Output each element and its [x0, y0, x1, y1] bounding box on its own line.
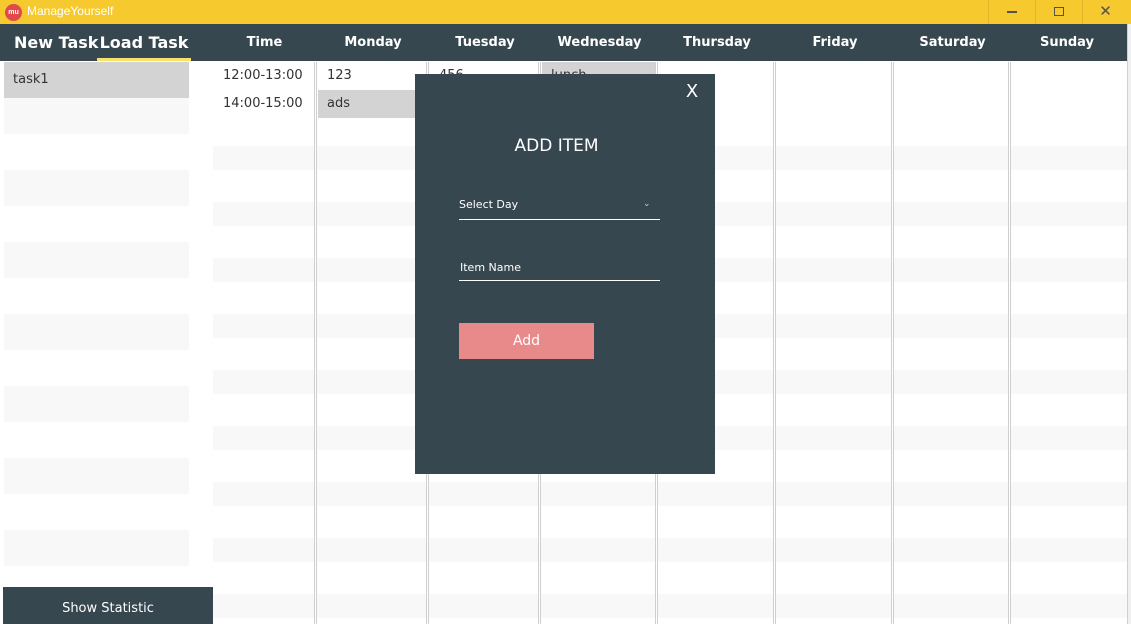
- maximize-button[interactable]: [1035, 0, 1081, 24]
- new-task-button[interactable]: New Task: [14, 24, 98, 61]
- column-header-thursday: Thursday: [683, 35, 751, 50]
- column-divider: [891, 62, 894, 624]
- column-header-sunday: Sunday: [1039, 35, 1095, 50]
- close-icon: ✕: [1099, 2, 1112, 20]
- maximize-icon: [1053, 7, 1064, 16]
- column-divider: [1008, 62, 1011, 624]
- time-cell[interactable]: 12:00-13:00: [223, 68, 303, 83]
- load-task-button[interactable]: Load Task: [97, 24, 191, 61]
- window-scrollbar[interactable]: [1127, 24, 1131, 624]
- time-cell[interactable]: 14:00-15:00: [223, 96, 303, 111]
- list-item-empty: [4, 386, 189, 422]
- select-day-dropdown[interactable]: Select Day ⌄: [459, 194, 660, 220]
- minimize-icon: [1006, 10, 1017, 13]
- close-window-button[interactable]: ✕: [1082, 0, 1128, 24]
- column-header-time: Time: [246, 35, 283, 50]
- add-item-dialog: X ADD ITEM Select Day ⌄ Add: [415, 74, 715, 474]
- app-logo-icon: mu: [5, 4, 22, 21]
- select-day-label: Select Day: [459, 198, 519, 211]
- list-item[interactable]: task1: [4, 62, 189, 98]
- show-statistic-button[interactable]: Show Statistic: [3, 587, 213, 624]
- list-item-empty: [4, 314, 189, 350]
- list-item-empty: [4, 170, 189, 206]
- chevron-down-icon: ⌄: [643, 199, 651, 209]
- monday-cell[interactable]: 123: [327, 68, 352, 83]
- window-title: ManageYourself: [27, 4, 114, 18]
- grid-row-band: [213, 538, 1127, 562]
- grid-row-band: [213, 594, 1127, 618]
- task-list-scrollbar[interactable]: [189, 62, 190, 587]
- list-item-empty: [4, 242, 189, 278]
- column-header-wednesday: Wednesday: [557, 35, 642, 50]
- column-header-friday: Friday: [812, 35, 858, 50]
- add-button[interactable]: Add: [459, 323, 594, 359]
- column-header-saturday: Saturday: [919, 35, 986, 50]
- list-item-empty: [4, 530, 189, 566]
- monday-cell[interactable]: ads: [327, 96, 350, 111]
- minimize-button[interactable]: [988, 0, 1034, 24]
- column-divider: [314, 62, 317, 624]
- grid-row-band: [213, 482, 1127, 506]
- column-header-monday: Monday: [344, 35, 402, 50]
- task-list: task1: [4, 62, 189, 587]
- list-item-empty: [4, 458, 189, 494]
- dialog-title: ADD ITEM: [514, 136, 599, 156]
- task-name: task1: [13, 72, 49, 87]
- title-bar: mu ManageYourself ✕: [0, 0, 1131, 24]
- column-divider: [773, 62, 776, 624]
- column-header-tuesday: Tuesday: [455, 35, 515, 50]
- item-name-input[interactable]: [459, 255, 660, 281]
- nav-bar: New Task Load Task Time Monday Tuesday W…: [0, 24, 1127, 61]
- dialog-close-button[interactable]: X: [682, 80, 702, 104]
- list-item-empty: [4, 98, 189, 134]
